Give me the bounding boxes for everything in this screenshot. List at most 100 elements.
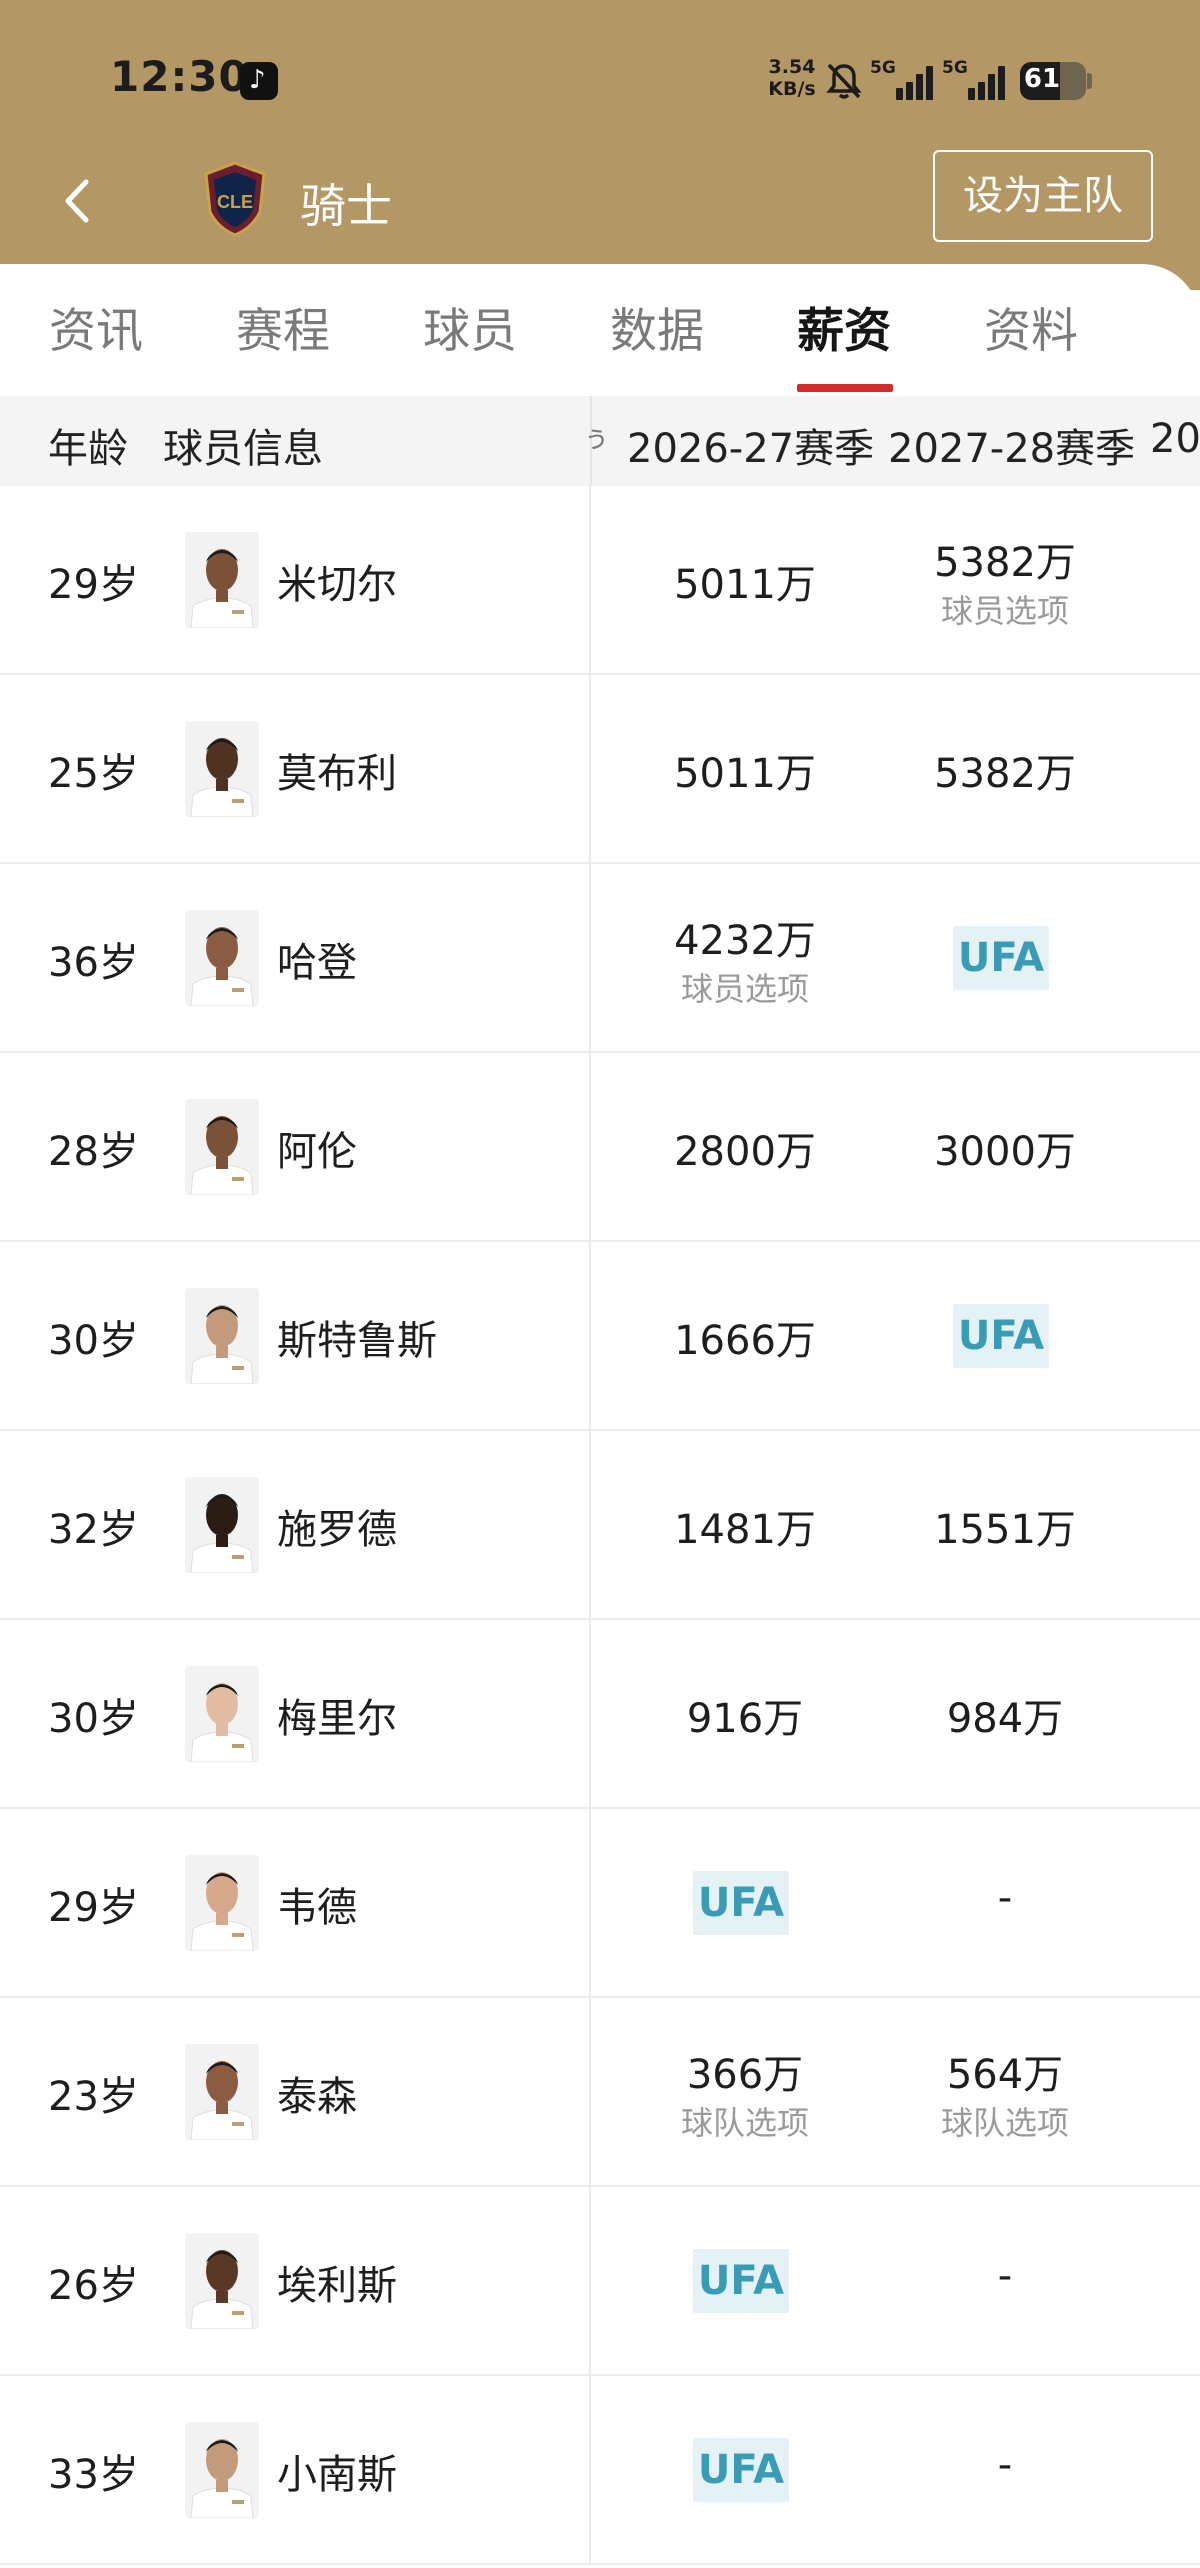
table-row[interactable]: 36岁 哈登 4232万 球员选项 UFA — [0, 864, 1200, 1053]
table-row[interactable]: 25岁 莫布利 5011万 5382万 — [0, 675, 1200, 864]
salary-amount: 366万 — [686, 2052, 804, 2098]
network-speed-value: 3.54 — [768, 56, 816, 78]
column-divider — [589, 2187, 591, 2376]
player-age: 33岁 — [48, 2452, 139, 2498]
header-season-2026-27[interactable]: 2026-27赛季 — [627, 416, 874, 474]
player-age: 29岁 — [48, 1885, 139, 1931]
salary-cell-2026-27: 1666万 — [635, 1242, 855, 1431]
tab-stats[interactable]: 数据 — [587, 292, 727, 361]
player-avatar[interactable] — [185, 1288, 259, 1384]
player-name[interactable]: 斯特鲁斯 — [277, 1308, 437, 1366]
team-logo-text: CLE — [217, 192, 253, 212]
player-name[interactable]: 莫布利 — [277, 741, 397, 799]
player-avatar[interactable] — [185, 910, 259, 1006]
player-name[interactable]: 泰森 — [277, 2064, 357, 2122]
player-avatar[interactable] — [185, 2422, 259, 2518]
salary-cell-2026-27: 2800万 — [635, 1053, 855, 1242]
header-age: 年龄 — [48, 426, 128, 472]
player-name[interactable]: 阿伦 — [277, 1119, 357, 1177]
set-home-team-button[interactable]: 设为主队 — [933, 150, 1153, 242]
ufa-badge: UFA — [693, 1871, 789, 1935]
header-season-2027-28[interactable]: 2027-28赛季 — [888, 416, 1135, 474]
salary-cell-2027-28: 1551万 — [895, 1431, 1115, 1620]
back-arrow-icon[interactable] — [52, 168, 104, 234]
column-divider — [589, 864, 591, 1053]
header-partial-left: ぅ — [582, 421, 611, 454]
salary-cell-2027-28: 5382万 — [895, 675, 1115, 864]
tab-news[interactable]: 资讯 — [26, 292, 166, 361]
contract-option-note: 球员选项 — [680, 970, 809, 1008]
player-avatar[interactable] — [185, 2044, 259, 2140]
player-name[interactable]: 埃利斯 — [277, 2253, 397, 2311]
salary-cell-2027-28: UFA — [895, 1242, 1115, 1431]
column-divider — [589, 1242, 591, 1431]
tab-profile[interactable]: 资料 — [961, 292, 1101, 361]
table-row[interactable]: 26岁 埃利斯 UFA - — [0, 2187, 1200, 2376]
team-name: 骑士 — [300, 179, 392, 233]
network-speed-unit: KB/s — [768, 78, 816, 100]
player-avatar[interactable] — [185, 1855, 259, 1951]
table-row[interactable]: 29岁 韦德 UFA - — [0, 1809, 1200, 1998]
ufa-badge: UFA — [953, 1304, 1049, 1368]
table-row[interactable]: 28岁 阿伦 2800万 3000万 — [0, 1053, 1200, 1242]
column-divider — [589, 486, 591, 675]
salary-amount: 5011万 — [674, 751, 816, 797]
player-name[interactable]: 哈登 — [277, 930, 357, 988]
salary-cell-2027-28: - — [895, 2187, 1115, 2376]
status-time: 12:30 — [110, 52, 249, 101]
signal-strength-icon-sim2: 5G — [942, 58, 1012, 102]
player-name[interactable]: 施罗德 — [277, 1497, 397, 1555]
column-divider — [589, 1431, 591, 1620]
salary-amount: 4232万 — [674, 918, 816, 964]
player-name[interactable]: 韦德 — [277, 1875, 357, 1933]
salary-cell-2026-27: 5011万 — [635, 486, 855, 675]
salary-amount: 5382万 — [934, 540, 1076, 586]
player-name[interactable]: 梅里尔 — [277, 1686, 397, 1744]
table-row[interactable]: 23岁 泰森 366万 球队选项 564万 球队选项 — [0, 1998, 1200, 2187]
ufa-badge: UFA — [693, 2249, 789, 2313]
salary-amount: 3000万 — [934, 1129, 1076, 1175]
ufa-badge: UFA — [953, 926, 1049, 990]
bell-muted-icon — [826, 63, 862, 99]
signal-2-label: 5G — [942, 58, 968, 78]
tab-players[interactable]: 球员 — [400, 292, 540, 361]
tab-schedule[interactable]: 赛程 — [213, 292, 353, 361]
table-row[interactable]: 29岁 米切尔 5011万 5382万球员选项 — [0, 486, 1200, 675]
tab-salary[interactable]: 薪资 — [774, 292, 914, 361]
player-age: 32岁 — [48, 1507, 139, 1553]
contract-option-note: 球员选项 — [940, 592, 1069, 630]
salary-amount: 984万 — [946, 1696, 1064, 1742]
active-tab-indicator — [797, 384, 893, 392]
tiktok-notification-icon: ♪ — [240, 62, 278, 100]
player-age: 28岁 — [48, 1129, 139, 1175]
salary-cell-2027-28: - — [895, 2376, 1115, 2565]
header-season-partial: 20 — [1150, 416, 1200, 462]
salary-amount: 564万 — [946, 2052, 1064, 2098]
player-age: 23岁 — [48, 2074, 139, 2120]
player-name[interactable]: 小南斯 — [277, 2442, 397, 2500]
salary-cell-2026-27: 4232万球员选项 — [635, 864, 855, 1053]
table-row[interactable]: 33岁 小南斯 UFA - — [0, 2376, 1200, 2565]
player-avatar[interactable] — [185, 532, 259, 628]
player-age: 25岁 — [48, 751, 139, 797]
salary-amount: 1666万 — [674, 1318, 816, 1364]
column-divider — [589, 1998, 591, 2187]
player-age: 26岁 — [48, 2263, 139, 2309]
battery-tip — [1087, 73, 1092, 89]
table-row[interactable]: 30岁 梅里尔 916万 984万 — [0, 1620, 1200, 1809]
player-avatar[interactable] — [185, 2233, 259, 2329]
contract-option-note: 球队选项 — [940, 2104, 1069, 2142]
salary-cell-2027-28: 3000万 — [895, 1053, 1115, 1242]
battery-level: 61 — [1023, 64, 1061, 94]
player-avatar[interactable] — [185, 721, 259, 817]
player-avatar[interactable] — [185, 1099, 259, 1195]
table-row[interactable]: 32岁 施罗德 1481万 1551万 — [0, 1431, 1200, 1620]
player-age: 29岁 — [48, 562, 139, 608]
player-name[interactable]: 米切尔 — [277, 552, 397, 610]
salary-cell-2026-27: UFA — [635, 2376, 855, 2565]
table-row[interactable]: 30岁 斯特鲁斯 1666万 UFA — [0, 1242, 1200, 1431]
network-speed: 3.54 KB/s — [762, 56, 822, 100]
player-avatar[interactable] — [185, 1666, 259, 1762]
salary-cell-2026-27: 916万 — [635, 1620, 855, 1809]
player-avatar[interactable] — [185, 1477, 259, 1573]
